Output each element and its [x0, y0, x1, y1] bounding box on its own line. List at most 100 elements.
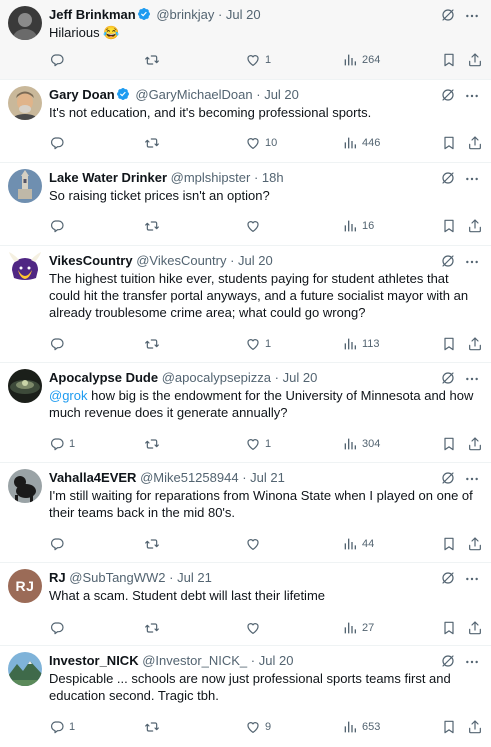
avatar[interactable] — [8, 86, 42, 120]
like-button[interactable] — [245, 217, 265, 235]
tweet[interactable]: Apocalypse Dude @apocalypsepizza · Jul 2… — [0, 363, 491, 463]
grok-icon[interactable] — [440, 570, 456, 586]
retweet-button[interactable] — [144, 217, 164, 235]
like-button[interactable]: 10 — [245, 134, 277, 152]
avatar[interactable] — [8, 652, 42, 686]
views-button[interactable]: 113 — [342, 335, 380, 353]
avatar[interactable] — [8, 369, 42, 403]
bookmark-button[interactable] — [441, 134, 457, 152]
avatar[interactable] — [8, 252, 42, 286]
avatar[interactable] — [8, 469, 42, 503]
like-button[interactable]: 9 — [245, 718, 271, 736]
more-icon[interactable] — [464, 371, 480, 387]
user-handle[interactable]: @Mike51258944 — [140, 470, 238, 485]
reply-button[interactable] — [49, 619, 69, 637]
more-icon[interactable] — [464, 471, 480, 487]
tweet[interactable]: Jeff Brinkman @brinkjay · Jul 20 Hilario… — [0, 0, 491, 80]
user-handle[interactable]: @brinkjay — [156, 7, 214, 22]
grok-icon[interactable] — [440, 470, 456, 486]
user-handle[interactable]: @SubTangWW2 — [69, 570, 165, 585]
views-button[interactable]: 446 — [342, 134, 380, 152]
retweet-button[interactable] — [144, 51, 164, 69]
tweet[interactable]: Lake Water Drinker @mplshipster · 18h So… — [0, 163, 491, 246]
views-button[interactable]: 304 — [342, 435, 380, 453]
share-button[interactable] — [467, 134, 483, 152]
like-button[interactable]: 1 — [245, 335, 271, 353]
user-handle[interactable]: @VikesCountry — [136, 253, 226, 268]
tweet-date[interactable]: · Jul 20 — [230, 253, 273, 268]
user-handle[interactable]: @apocalypsepizza — [162, 370, 271, 385]
more-icon[interactable] — [464, 571, 480, 587]
reply-button[interactable]: 1 — [49, 435, 75, 453]
avatar[interactable]: RJ — [8, 569, 42, 603]
display-name[interactable]: Lake Water Drinker — [49, 170, 167, 185]
display-name[interactable]: Jeff Brinkman — [49, 7, 136, 22]
mention-link[interactable]: @grok — [49, 388, 88, 403]
retweet-button[interactable] — [144, 535, 164, 553]
reply-button[interactable]: 1 — [49, 718, 75, 736]
retweet-button[interactable] — [144, 718, 164, 736]
grok-icon[interactable] — [440, 170, 456, 186]
user-handle[interactable]: @GaryMichaelDoan — [135, 87, 252, 102]
tweet-date[interactable]: · Jul 21 — [169, 570, 212, 585]
share-button[interactable] — [467, 335, 483, 353]
more-icon[interactable] — [464, 254, 480, 270]
bookmark-button[interactable] — [441, 435, 457, 453]
bookmark-button[interactable] — [441, 619, 457, 637]
grok-icon[interactable] — [440, 653, 456, 669]
user-handle[interactable]: @Investor_NICK_ — [142, 653, 247, 668]
tweet-date[interactable]: · Jul 21 — [242, 470, 285, 485]
tweet[interactable]: Vahalla4EVER @Mike51258944 · Jul 21 I'm … — [0, 463, 491, 563]
reply-button[interactable] — [49, 134, 69, 152]
user-handle[interactable]: @mplshipster — [171, 170, 251, 185]
views-button[interactable]: 264 — [342, 51, 380, 69]
more-icon[interactable] — [464, 171, 480, 187]
like-button[interactable]: 1 — [245, 51, 271, 69]
bookmark-button[interactable] — [441, 535, 457, 553]
tweet-date[interactable]: · 18h — [254, 170, 284, 185]
bookmark-button[interactable] — [441, 718, 457, 736]
views-button[interactable]: 27 — [342, 619, 374, 637]
tweet[interactable]: Gary Doan @GaryMichaelDoan · Jul 20 It's… — [0, 80, 491, 163]
share-button[interactable] — [467, 217, 483, 235]
share-button[interactable] — [467, 718, 483, 736]
more-icon[interactable] — [464, 8, 480, 24]
tweet[interactable]: Investor_NICK @Investor_NICK_ · Jul 20 D… — [0, 646, 491, 747]
reply-button[interactable] — [49, 217, 69, 235]
grok-icon[interactable] — [440, 7, 456, 23]
retweet-button[interactable] — [144, 619, 164, 637]
share-button[interactable] — [467, 619, 483, 637]
display-name[interactable]: RJ — [49, 570, 66, 585]
grok-icon[interactable] — [440, 87, 456, 103]
display-name[interactable]: Vahalla4EVER — [49, 470, 136, 485]
views-button[interactable]: 653 — [342, 718, 380, 736]
bookmark-button[interactable] — [441, 51, 457, 69]
reply-button[interactable] — [49, 535, 69, 553]
views-button[interactable]: 16 — [342, 217, 374, 235]
reply-button[interactable] — [49, 335, 69, 353]
tweet-date[interactable]: · Jul 20 — [251, 653, 294, 668]
tweet[interactable]: RJ RJ @SubTangWW2 · Jul 21 What a scam. … — [0, 563, 491, 646]
tweet[interactable]: VikesCountry @VikesCountry · Jul 20 The … — [0, 246, 491, 363]
avatar[interactable] — [8, 169, 42, 203]
display-name[interactable]: Apocalypse Dude — [49, 370, 158, 385]
views-button[interactable]: 44 — [342, 535, 374, 553]
display-name[interactable]: Investor_NICK — [49, 653, 139, 668]
display-name[interactable]: Gary Doan — [49, 87, 115, 102]
more-icon[interactable] — [464, 654, 480, 670]
tweet-date[interactable]: · Jul 20 — [256, 87, 299, 102]
reply-button[interactable] — [49, 51, 69, 69]
avatar[interactable] — [8, 6, 42, 40]
retweet-button[interactable] — [144, 335, 164, 353]
retweet-button[interactable] — [144, 435, 164, 453]
like-button[interactable] — [245, 619, 265, 637]
grok-icon[interactable] — [440, 253, 456, 269]
grok-icon[interactable] — [440, 370, 456, 386]
bookmark-button[interactable] — [441, 335, 457, 353]
more-icon[interactable] — [464, 88, 480, 104]
share-button[interactable] — [467, 535, 483, 553]
share-button[interactable] — [467, 435, 483, 453]
retweet-button[interactable] — [144, 134, 164, 152]
like-button[interactable]: 1 — [245, 435, 271, 453]
like-button[interactable] — [245, 535, 265, 553]
